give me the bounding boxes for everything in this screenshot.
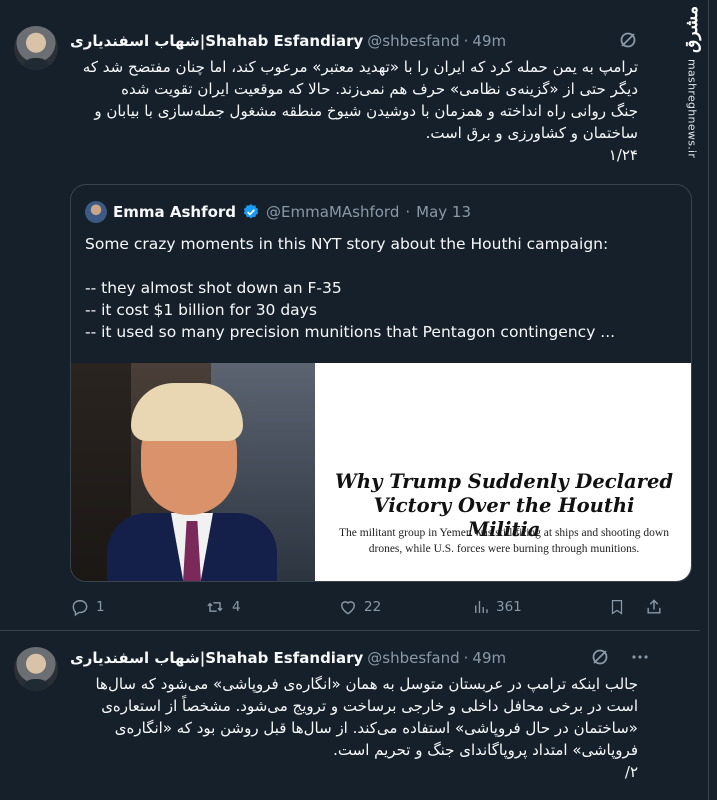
tweet[interactable]: شهاب اسفندیاری|Shahab Esfandiary @shbesf…	[0, 0, 700, 630]
handle[interactable]: @shbesfand	[367, 649, 459, 667]
quoted-text-line: -- they almost shot down an F-35	[85, 279, 342, 297]
header-actions	[618, 30, 638, 50]
more-icon[interactable]	[630, 647, 650, 667]
like-icon	[338, 597, 358, 617]
views-count: 361	[496, 599, 522, 615]
separator: ·	[463, 649, 469, 667]
article-photo	[71, 363, 315, 581]
handle[interactable]: @shbesfand	[367, 32, 459, 50]
article-subhead: The militant group in Yemen was still fi…	[339, 527, 669, 555]
tweet-actions: 1 4 22 361	[70, 594, 664, 620]
like-count: 22	[364, 599, 382, 615]
views-icon	[472, 597, 490, 617]
tweet-text-line: ترامپ به یمن حمله کرد که ایران را با «ته…	[82, 58, 638, 76]
quoted-date[interactable]: May 13	[416, 203, 471, 221]
share-button[interactable]	[644, 594, 664, 620]
verified-badge-icon	[242, 203, 260, 221]
bookmark-button[interactable]	[608, 594, 626, 620]
quoted-tweet[interactable]: Emma Ashford @EmmaMAshford · May 13 Some…	[70, 184, 692, 582]
timestamp[interactable]: 49m	[472, 649, 506, 667]
tweet-text-line: جنگ روانی راه انداخته و همزمان با دوشیدن…	[94, 102, 638, 120]
tweet[interactable]: شهاب اسفندیاری|Shahab Esfandiary @shbesf…	[0, 630, 700, 800]
repost-button[interactable]: 4	[204, 594, 241, 620]
separator: ·	[405, 203, 411, 221]
quoted-tweet-header: Emma Ashford @EmmaMAshford · May 13	[85, 201, 471, 223]
tweet-text-line: ساختمان و کشاورزی و برق است.	[425, 124, 638, 142]
display-name[interactable]: شهاب اسفندیاری|Shahab Esfandiary	[70, 32, 363, 50]
tweet-text-line: فروپاشی» امتداد پروپاگاندای جنگ و تحریم …	[333, 741, 638, 759]
reply-button[interactable]: 1	[70, 594, 105, 620]
quoted-text-line	[85, 255, 677, 277]
quoted-text-line: -- it used so many precision munitions t…	[85, 323, 616, 341]
quoted-handle[interactable]: @EmmaMAshford	[266, 203, 399, 221]
grok-icon[interactable]	[618, 30, 638, 50]
thread-counter: ۲/	[624, 763, 638, 781]
tweet-header: شهاب اسفندیاری|Shahab Esfandiary @shbesf…	[70, 647, 506, 669]
tweet-text-line: است در برخی محافل داخلی و خارجی برساخت و…	[101, 697, 638, 715]
avatar[interactable]	[14, 26, 58, 70]
tweet-text-line: دیگر حتی از «گزینه‌ی نظامی» حرف هم نمی‌ز…	[121, 80, 638, 98]
repost-icon	[204, 597, 226, 617]
reply-icon	[70, 597, 90, 617]
tweet-text-line: جالب اینکه ترامپ در عربستان متوسل به هما…	[95, 675, 638, 693]
thread-counter: ۱/۲۴	[608, 146, 638, 164]
tweet-header: شهاب اسفندیاری|Shahab Esfandiary @shbesf…	[70, 30, 506, 52]
bookmark-icon	[608, 597, 626, 617]
reply-count: 1	[96, 599, 105, 615]
tweet-text: جالب اینکه ترامپ در عربستان متوسل به هما…	[70, 673, 638, 783]
display-name[interactable]: شهاب اسفندیاری|Shahab Esfandiary	[70, 649, 363, 667]
like-button[interactable]: 22	[338, 594, 381, 620]
timestamp[interactable]: 49m	[472, 32, 506, 50]
header-actions	[590, 647, 650, 667]
grok-icon[interactable]	[590, 647, 610, 667]
avatar[interactable]	[14, 647, 58, 691]
quoted-text-line: -- it cost $1 billion for 30 days	[85, 301, 317, 319]
article-headline-panel: Why Trump Suddenly Declared Victory Over…	[315, 363, 691, 581]
views-button[interactable]: 361	[472, 594, 522, 620]
tweet-text: ترامپ به یمن حمله کرد که ایران را با «ته…	[70, 56, 638, 166]
quoted-tweet-text: Some crazy moments in this NYT story abo…	[85, 233, 677, 343]
tweet-text-line: «ساختمان در حال فروپاشی» استفاده می‌کند.…	[114, 719, 638, 737]
separator: ·	[463, 32, 469, 50]
repost-count: 4	[232, 599, 241, 615]
quoted-avatar[interactable]	[85, 201, 107, 223]
share-icon	[644, 597, 664, 617]
quoted-text-line: Some crazy moments in this NYT story abo…	[85, 235, 609, 253]
article-card-image[interactable]: Why Trump Suddenly Declared Victory Over…	[71, 363, 691, 581]
quoted-display-name[interactable]: Emma Ashford	[113, 203, 236, 221]
